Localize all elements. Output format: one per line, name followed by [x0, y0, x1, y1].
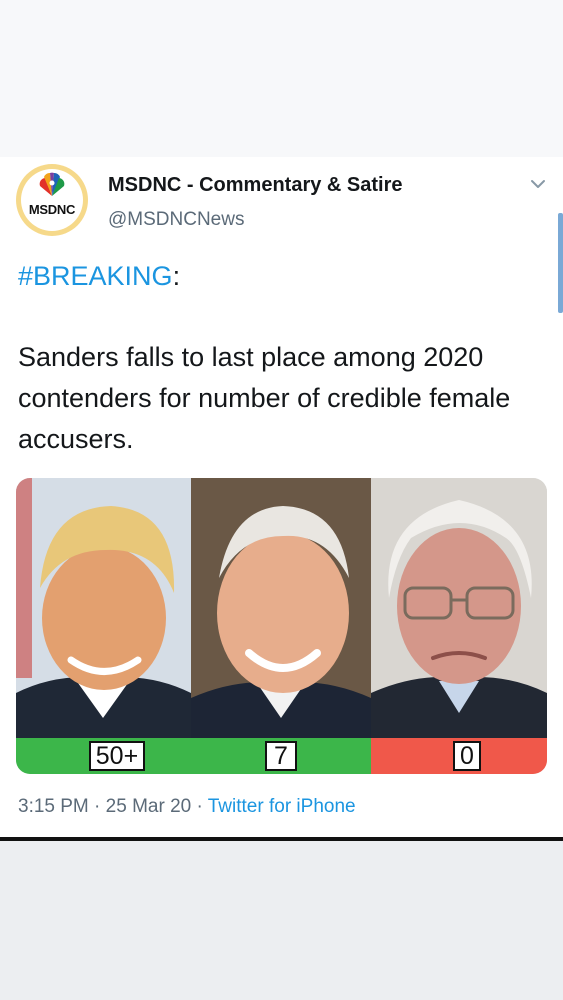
score-bar-1: 50+: [16, 738, 191, 774]
score-label-1: 50+: [89, 741, 145, 771]
avatar[interactable]: MSDNC: [16, 164, 88, 236]
top-empty-area: [0, 0, 563, 157]
portrait-2: [191, 478, 371, 738]
tweet-time: 3:15 PM: [18, 796, 89, 817]
score-label-2: 7: [265, 741, 297, 771]
score-label-3: 0: [453, 741, 481, 771]
bottom-empty-area: [0, 841, 563, 1000]
scrollbar[interactable]: [558, 213, 563, 313]
score-bar-3: 0: [371, 738, 547, 774]
tweet-metadata: 3:15 PM · 25 Mar 20 · Twitter for iPhone: [18, 796, 356, 818]
tweet-text: Sanders falls to last place among 2020 c…: [18, 342, 511, 454]
chevron-down-icon[interactable]: [528, 174, 548, 194]
portrait-3: [371, 478, 547, 738]
portrait-1: [16, 478, 191, 738]
display-name[interactable]: MSDNC - Commentary & Satire: [108, 174, 403, 197]
photo-panel-2: [191, 478, 371, 738]
tweet-media-image[interactable]: 50+ 7 0: [16, 478, 547, 774]
user-handle[interactable]: @MSDNCNews: [108, 209, 244, 231]
meta-separator: ·: [196, 796, 203, 817]
meta-separator: ·: [94, 796, 101, 817]
tweet-source-link[interactable]: Twitter for iPhone: [208, 796, 356, 817]
hashtag-suffix: :: [172, 261, 181, 291]
score-bar-2: 7: [191, 738, 371, 774]
tweet-date: 25 Mar 20: [105, 796, 192, 817]
peacock-icon: [39, 172, 65, 196]
hashtag-line: #BREAKING:: [18, 261, 180, 292]
hashtag-link[interactable]: #BREAKING: [18, 261, 173, 291]
photo-panel-3: [371, 478, 547, 738]
photo-panel-1: [16, 478, 191, 738]
avatar-logo-text: MSDNC: [28, 202, 76, 217]
